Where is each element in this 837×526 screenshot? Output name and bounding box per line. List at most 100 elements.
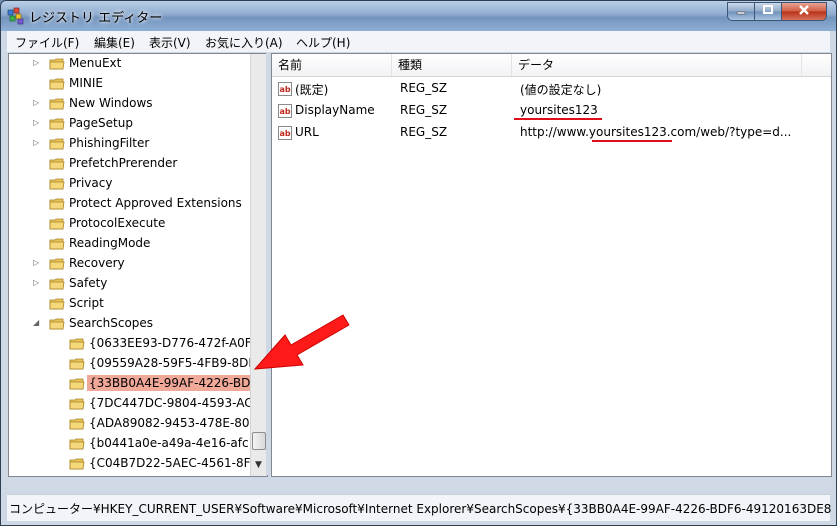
tree-item[interactable]: ▷ PhishingFilter [9,134,249,154]
string-value-icon: ab [278,104,292,118]
tree-item-label: Safety [69,276,108,290]
folder-icon [49,196,65,212]
folder-icon [69,376,85,392]
menu-file[interactable]: ファイル(F) [15,34,79,51]
url-annotation-underline [592,140,672,142]
value-type: REG_SZ [400,81,448,95]
folder-icon [69,416,85,432]
tree-item[interactable]: {0633EE93-D776-472f-A0FF [9,334,259,354]
collapse-arrow-icon[interactable]: ◢ [33,318,39,327]
folder-icon [69,356,85,372]
tree-item[interactable]: {33BB0A4E-99AF-4226-BDF [9,374,260,394]
folder-icon [69,436,85,452]
column-header-type[interactable]: 種類 [392,54,512,76]
displayname-annotation-underline [514,118,602,120]
folder-icon [49,96,65,112]
tree-item[interactable]: Privacy [9,174,249,194]
expand-arrow-icon[interactable]: ▷ [33,278,39,287]
scroll-down-arrow-icon[interactable]: ▼ [255,460,262,470]
column-header-name[interactable]: 名前 [272,54,392,76]
folder-icon [49,236,65,252]
tree-item[interactable]: ◢ SearchScopes [9,314,249,334]
value-list-header: 名前 種類 データ [272,54,831,77]
tree-item-label: ProtocolExecute [69,216,166,230]
folder-icon [69,336,85,352]
value-type: REG_SZ [400,125,448,139]
key-tree-pane[interactable]: ▷ MenuExt MINIE ▷ New Windows ▷ PageSetup ▷ Phis… [8,53,268,477]
title-bar[interactable]: レジストリ エディター [1,1,836,31]
expand-arrow-icon[interactable]: ▷ [33,118,39,127]
tree-item[interactable]: {b0441a0e-a49a-4e16-afc1- [9,434,261,454]
tree-item[interactable]: {7DC447DC-9804-4593-AC6 [9,394,260,414]
svg-text:ab: ab [280,129,291,138]
close-icon [799,5,809,15]
tree-item-label: PageSetup [69,116,133,130]
string-value-icon: ab [278,126,292,140]
folder-icon [49,296,65,312]
value-type: REG_SZ [400,103,448,117]
column-header-data[interactable]: データ [512,54,802,76]
folder-icon [69,456,85,472]
tree-item[interactable]: ▷ Safety [9,274,249,294]
expand-arrow-icon[interactable]: ▷ [33,258,39,267]
tree-item[interactable]: {ADA89082-9453-478E-80E [9,414,257,434]
tree-item[interactable]: ▷ Recovery [9,254,249,274]
tree-item[interactable]: ▷ New Windows [9,94,249,114]
tree-item-label: MINIE [69,76,103,90]
tree-item-label: SearchScopes [69,316,154,330]
folder-icon [49,316,65,332]
menu-bar: ファイル(F) 編集(E) 表示(V) お気に入り(A) ヘルプ(H) [7,31,830,53]
folder-icon [49,216,65,232]
value-data: yoursites123 [520,103,598,117]
expand-arrow-icon[interactable]: ▷ [33,58,39,67]
tree-item-label: Privacy [69,176,113,190]
status-bar: コンピューター¥HKEY_CURRENT_USER¥Software¥Micro… [7,494,831,521]
tree-item[interactable]: MINIE [9,74,249,94]
value-data: http://www.yoursites123.com/web/?type=d.… [520,125,792,139]
string-value-icon: ab [278,82,292,96]
minimize-button[interactable] [727,2,755,21]
value-row-default[interactable]: ab (既定) REG_SZ (値の設定なし) [272,78,831,100]
tree-item[interactable]: Protect Approved Extensions [9,194,249,214]
expand-arrow-icon[interactable]: ▷ [33,98,39,107]
maximize-button[interactable] [754,2,782,21]
menu-favorites[interactable]: お気に入り(A) [205,34,283,51]
menu-view[interactable]: 表示(V) [149,34,191,51]
tree-item-label: {b0441a0e-a49a-4e16-afc1- [89,436,261,450]
folder-icon [49,156,65,172]
svg-text:ab: ab [280,107,291,116]
value-name: URL [295,125,319,139]
tree-item-label: New Windows [69,96,153,110]
menu-help[interactable]: ヘルプ(H) [296,34,350,51]
tree-item-label: PhishingFilter [69,136,150,150]
tree-item-label: MenuExt [69,56,122,70]
tree-item-label: {7DC447DC-9804-4593-AC6 [89,396,261,410]
minimize-icon [736,11,746,15]
tree-item[interactable]: ProtocolExecute [9,214,249,234]
folder-icon [49,276,65,292]
tree-item[interactable]: ReadingMode [9,234,249,254]
expand-arrow-icon[interactable]: ▷ [33,138,39,147]
folder-icon [49,176,65,192]
tree-item-label: Recovery [69,256,125,270]
tree-item-label: {ADA89082-9453-478E-80E [89,416,258,430]
folder-icon [49,56,65,72]
tree-item-label: {C04B7D22-5AEC-4561-8F4 [89,456,259,470]
tree-item[interactable]: Script [9,294,249,314]
tree-item-label: {0633EE93-D776-472f-A0FF [89,336,259,350]
menu-edit[interactable]: 編集(E) [94,34,135,51]
tree-item[interactable]: ▷ PageSetup [9,114,249,134]
tree-scrollbar-thumb[interactable] [252,432,266,450]
tree-item-label: PrefetchPrerender [69,156,178,170]
tree-item[interactable]: ▷ MenuExt [9,54,249,74]
value-list-pane[interactable]: 名前 種類 データ ab (既定) REG_SZ (値の設定なし) ab Dis… [271,53,832,477]
folder-icon [49,136,65,152]
tree-item[interactable]: PrefetchPrerender [9,154,249,174]
folder-icon [69,396,85,412]
close-button[interactable] [781,2,827,21]
value-row-url[interactable]: ab URL REG_SZ http://www.yoursites123.co… [272,122,831,144]
value-name: (既定) [295,83,329,97]
tree-item[interactable]: {09559A28-59F5-4FB9-8DE [9,354,256,374]
maximize-icon [763,5,773,14]
tree-item[interactable]: {C04B7D22-5AEC-4561-8F4 [9,454,258,474]
